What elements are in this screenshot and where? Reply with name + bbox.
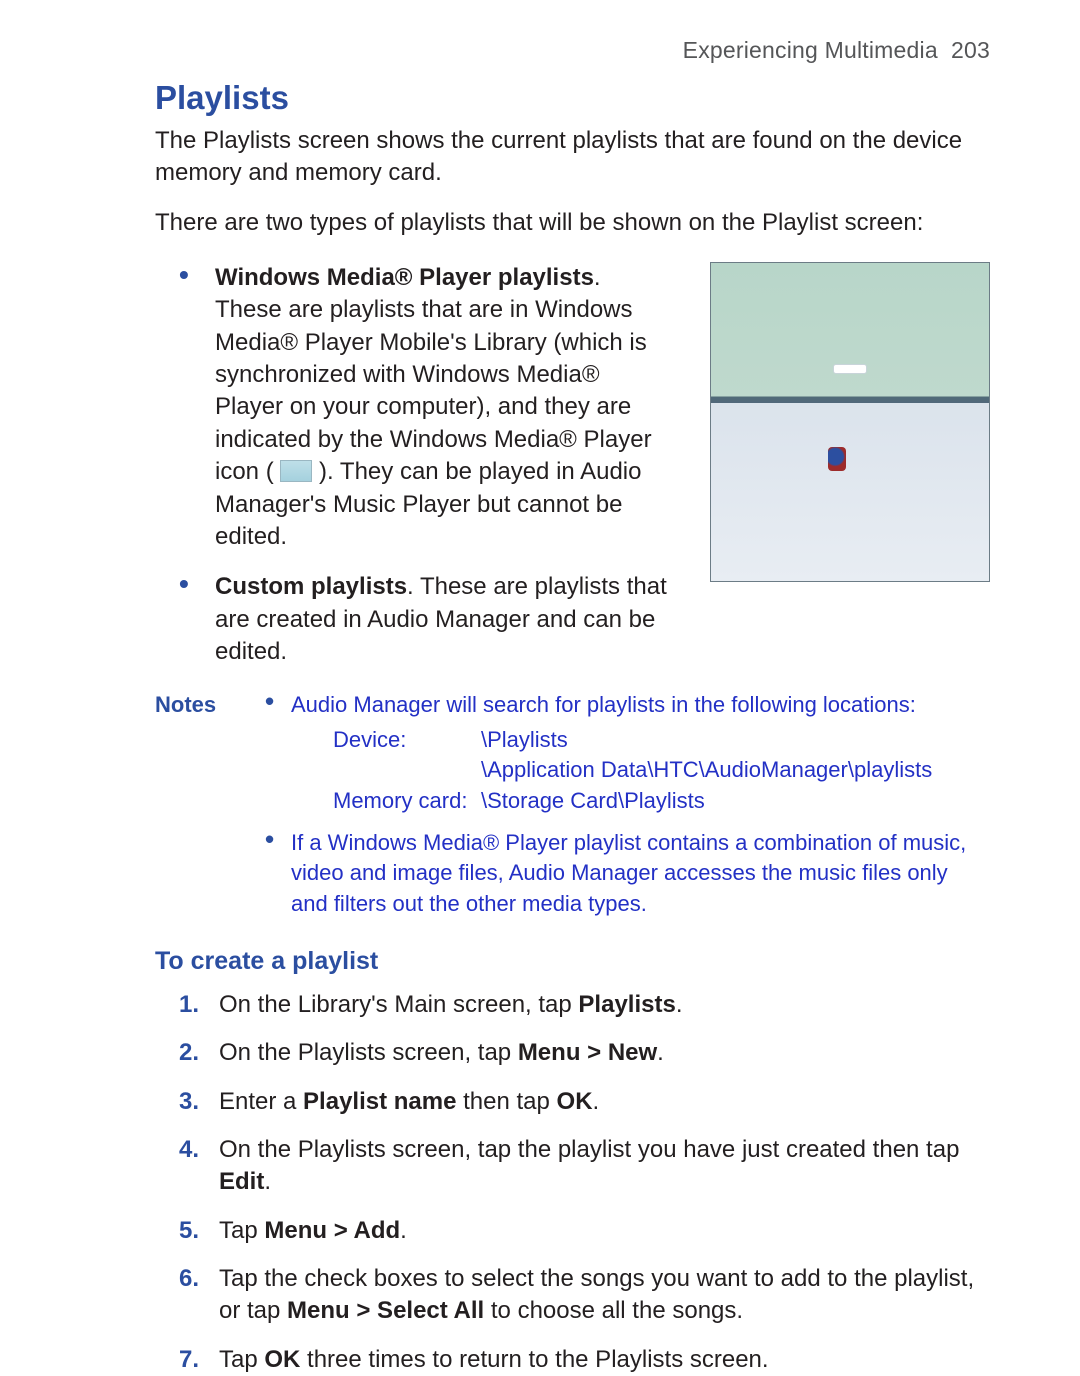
step-1-bold: Playlists [578,991,675,1018]
custom-playlist-title: Custom playlists [215,573,407,600]
document-page: Experiencing Multimedia 203 Playlists Th… [0,0,1080,1327]
step-7-bold: OK [264,1346,300,1373]
path-card-value: \Storage Card\Playlists [481,786,705,816]
step-5-bold: Menu > Add [264,1217,400,1244]
note-1-paths: Device: \Playlists \Application Data\HTC… [333,725,990,816]
note-item-2: If a Windows Media® Player playlist cont… [265,828,990,919]
path-card-label: Memory card: [333,786,481,816]
step-3-text-1: Enter a [219,1088,303,1115]
path-device-value-1: \Playlists [481,725,568,755]
howto-heading: To create a playlist [155,945,990,979]
step-4-bold: Edit [219,1168,264,1195]
step-1: On the Library's Main screen, tap Playli… [179,989,990,1021]
step-3-bold-2: OK [557,1088,593,1115]
notes-list: Audio Manager will search for playlists … [265,690,990,919]
step-7-tail: three times to return to the Playlists s… [300,1346,768,1373]
note-1-text: Audio Manager will search for playlists … [291,692,916,717]
step-3-bold-1: Playlist name [303,1088,456,1115]
step-4-text: On the Playlists screen, tap the playlis… [219,1136,959,1163]
step-7: Tap OK three times to return to the Play… [179,1344,990,1376]
chapter-title: Experiencing Multimedia [683,37,938,63]
path-device-value-2: \Application Data\HTC\AudioManager\playl… [481,755,932,785]
step-7-text: Tap [219,1346,264,1373]
step-6: Tap the check boxes to select the songs … [179,1263,990,1328]
howto-steps: On the Library's Main screen, tap Playli… [179,989,990,1376]
step-3-text-2: then tap [456,1088,556,1115]
note-2-text: If a Windows Media® Player playlist cont… [291,830,966,916]
page-number: 203 [951,37,990,63]
wmp-icon [280,460,312,482]
step-6-tail: to choose all the songs. [484,1297,743,1324]
step-2-bold: Menu > New [518,1039,657,1066]
playlist-types-list: Windows Media® Player playlists. These a… [179,262,672,669]
wmp-playlist-title: Windows Media® Player playlists [215,264,594,291]
step-2-tail: . [657,1039,664,1066]
notes-label: Notes [155,690,265,919]
step-1-tail: . [676,991,683,1018]
wmp-playlist-text-2: ). They can be played in Audio Manager's… [215,458,641,550]
step-5-tail: . [400,1217,407,1244]
step-3-tail: . [593,1088,600,1115]
notes-block: Notes Audio Manager will search for play… [155,690,990,919]
wmp-playlist-item: Windows Media® Player playlists. These a… [179,262,672,554]
step-6-bold: Menu > Select All [287,1297,484,1324]
running-header: Experiencing Multimedia 203 [155,35,990,66]
step-2-text: On the Playlists screen, tap [219,1039,518,1066]
step-4-tail: . [264,1168,271,1195]
step-1-text: On the Library's Main screen, tap [219,991,578,1018]
step-4: On the Playlists screen, tap the playlis… [179,1134,990,1199]
step-5-text: Tap [219,1217,264,1244]
step-5: Tap Menu > Add. [179,1215,990,1247]
custom-playlist-item: Custom playlists. These are playlists th… [179,571,672,668]
step-2: On the Playlists screen, tap Menu > New. [179,1037,990,1069]
playlist-types-block: Windows Media® Player playlists. These a… [155,262,990,669]
wmp-playlist-text-1: . These are playlists that are in Window… [215,264,652,485]
step-3: Enter a Playlist name then tap OK. [179,1086,990,1118]
note-item-1: Audio Manager will search for playlists … [265,690,990,815]
path-device-label: Device: [333,725,481,755]
intro-paragraph-1: The Playlists screen shows the current p… [155,125,990,190]
screenshot-image [710,262,990,582]
intro-paragraph-2: There are two types of playlists that wi… [155,207,990,239]
playlist-types-text: Windows Media® Player playlists. These a… [155,262,672,669]
section-heading: Playlists [155,76,990,121]
